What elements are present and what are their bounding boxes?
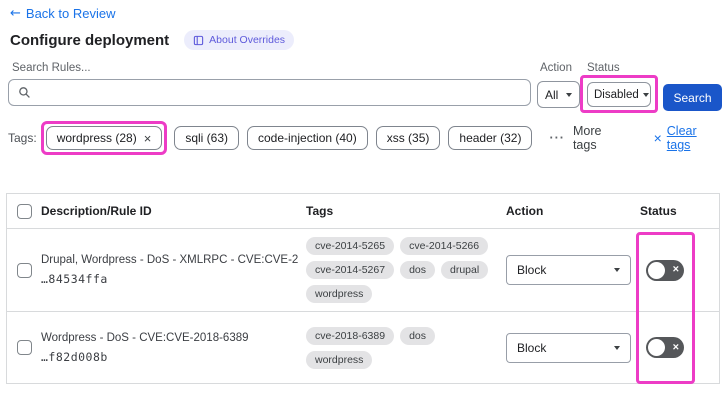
about-overrides-label: About Overrides xyxy=(209,34,286,46)
rule-tag: cve-2018-6389 xyxy=(306,326,395,345)
rule-tag: drupal xyxy=(441,261,489,279)
rules-table: Description/Rule ID Tags Action Status D… xyxy=(6,193,720,384)
rule-tag: wordpress xyxy=(306,285,373,303)
back-link-label: Back to Review xyxy=(25,6,116,21)
status-filter-label: Status xyxy=(587,62,620,74)
rule-tag: dos xyxy=(400,326,435,345)
action-filter-value: All xyxy=(545,87,559,102)
rule-status-cell: × xyxy=(640,259,719,281)
rule-tag: cve-2014-5266 xyxy=(400,237,489,255)
row-checkbox[interactable] xyxy=(16,262,32,278)
tag-filter-label: wordpress (28) xyxy=(56,131,137,145)
tag-filter-xss[interactable]: xss (35) xyxy=(375,126,441,150)
caret-down-icon xyxy=(566,92,572,97)
title-row: Configure deployment About Overrides xyxy=(10,30,295,50)
about-overrides-badge[interactable]: About Overrides xyxy=(184,30,295,50)
active-tag-highlight-box: wordpress (28) × xyxy=(40,121,168,155)
column-header-status: Status xyxy=(640,204,677,218)
back-to-review-link[interactable]: ← Back to Review xyxy=(10,6,116,21)
tag-filter-code-injection[interactable]: code-injection (40) xyxy=(247,126,368,150)
rule-tags-cell: cve-2014-5265 cve-2014-5266 cve-2014-526… xyxy=(306,237,506,303)
tags-label: Tags: xyxy=(8,131,37,145)
configure-deployment-page: ← Back to Review Configure deployment Ab… xyxy=(0,0,725,406)
action-select[interactable]: Block xyxy=(506,255,631,285)
page-title: Configure deployment xyxy=(10,31,170,49)
table-row: Drupal, Wordpress - DoS - XMLRPC - CVE:C… xyxy=(7,229,719,312)
rule-description-cell: Drupal, Wordpress - DoS - XMLRPC - CVE:C… xyxy=(41,254,306,286)
rule-tag: wordpress xyxy=(306,350,373,369)
caret-down-icon xyxy=(614,268,620,272)
caret-down-icon xyxy=(642,92,649,97)
more-tags-label: More tags xyxy=(572,124,602,152)
status-toggle[interactable]: × xyxy=(646,259,684,281)
rule-tags-cell: cve-2018-6389 dos wordpress xyxy=(306,326,506,369)
tag-filter-sqli[interactable]: sqli (63) xyxy=(174,126,239,150)
toggle-knob xyxy=(648,339,665,356)
column-header-action: Action xyxy=(506,204,544,218)
action-select[interactable]: Block xyxy=(506,332,631,363)
tag-filter-header[interactable]: header (32) xyxy=(448,126,533,150)
search-input[interactable] xyxy=(31,80,530,105)
rule-description-cell: Wordpress - DoS - CVE:CVE-2018-6389 …f82… xyxy=(41,332,306,364)
rule-id: …84534ffa xyxy=(41,272,108,286)
more-tags-button[interactable]: ··· More tags xyxy=(549,124,626,152)
action-filter-dropdown[interactable]: All xyxy=(537,81,580,108)
row-checkbox-cell xyxy=(7,262,41,278)
tags-filter-bar: Tags: wordpress (28) × sqli (63) code-in… xyxy=(8,121,722,155)
status-toggle[interactable]: × xyxy=(646,337,684,358)
caret-down-icon xyxy=(614,345,620,350)
remove-tag-icon[interactable]: × xyxy=(144,132,152,145)
action-filter-label: Action xyxy=(540,62,572,74)
row-checkbox[interactable] xyxy=(16,340,32,355)
clear-tags-button[interactable]: × Clear tags xyxy=(654,124,722,152)
docs-icon xyxy=(193,35,204,45)
search-button[interactable]: Search xyxy=(663,84,722,111)
table-header-row: Description/Rule ID Tags Action Status xyxy=(7,194,719,229)
action-select-value: Block xyxy=(517,340,547,355)
ellipsis-icon: ··· xyxy=(549,131,565,145)
rule-id: …f82d008b xyxy=(41,349,108,364)
header-checkbox-cell xyxy=(7,203,41,219)
clear-tags-x-icon: × xyxy=(653,130,662,146)
rule-tag: cve-2014-5265 xyxy=(306,237,395,255)
rule-action-cell: Block xyxy=(506,255,640,285)
toggle-off-x-icon: × xyxy=(672,341,679,353)
status-filter-value: Disabled xyxy=(594,88,639,101)
column-header-tags: Tags xyxy=(306,204,334,218)
rule-action-cell: Block xyxy=(506,332,640,363)
select-all-checkbox[interactable] xyxy=(16,203,32,219)
rule-status-cell: × xyxy=(640,337,719,358)
column-header-description: Description/Rule ID xyxy=(41,204,152,218)
toggle-off-x-icon: × xyxy=(672,263,679,276)
table-row: Wordpress - DoS - CVE:CVE-2018-6389 …f82… xyxy=(7,312,719,383)
action-select-value: Block xyxy=(517,263,547,277)
rule-tag: cve-2014-5267 xyxy=(306,261,395,279)
search-rules-label: Search Rules... xyxy=(12,62,91,74)
rule-tag: dos xyxy=(400,261,435,279)
clear-tags-label: Clear tags xyxy=(666,124,697,152)
rule-description: Drupal, Wordpress - DoS - XMLRPC - CVE:C… xyxy=(41,254,298,266)
row-checkbox-cell xyxy=(7,340,41,355)
rule-description: Wordpress - DoS - CVE:CVE-2018-6389 xyxy=(41,331,249,344)
tag-filter-wordpress[interactable]: wordpress (28) × xyxy=(45,126,163,150)
back-arrow-icon: ← xyxy=(10,6,21,21)
search-rules-box xyxy=(8,79,531,106)
status-filter-dropdown[interactable]: Disabled xyxy=(587,82,651,107)
toggle-knob xyxy=(648,261,665,279)
search-icon xyxy=(19,87,30,98)
